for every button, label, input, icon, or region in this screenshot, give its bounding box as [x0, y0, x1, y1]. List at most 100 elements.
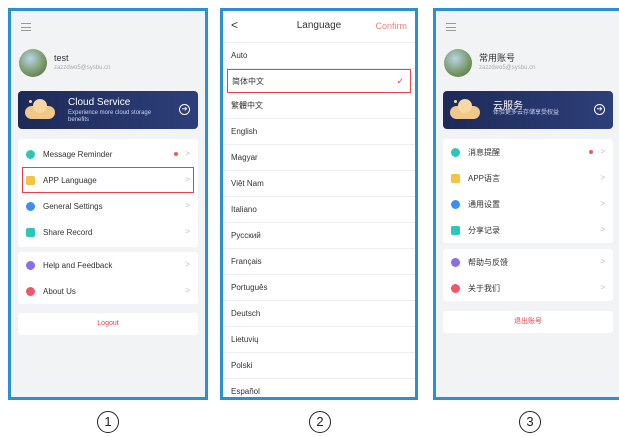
settings-card-1: Message Reminder > APP Language > Genera…: [18, 139, 198, 247]
language-option[interactable]: Español: [223, 379, 415, 397]
menu-item-message-reminder[interactable]: 消息提醒 >: [443, 139, 613, 165]
language-option[interactable]: Việt Nam: [223, 171, 415, 197]
user-name: test: [54, 53, 69, 63]
menu-item-label: Help and Feedback: [43, 260, 113, 270]
logout-button[interactable]: 退出账号: [443, 311, 613, 333]
cloud-icon: [25, 97, 55, 119]
screen-chinese-profile: 常用账号 zazzdwo5@sysbu.cn 云服务 体验更多云存储享受权益 ➔…: [433, 8, 619, 400]
menu-icon[interactable]: [21, 23, 31, 31]
menu-item-general-settings[interactable]: 通用设置 >: [443, 191, 613, 217]
menu-item-help-feedback[interactable]: Help and Feedback >: [18, 252, 198, 278]
confirm-button[interactable]: Confirm: [375, 21, 407, 31]
arrow-right-icon: ➔: [179, 104, 190, 115]
chevron-right-icon: >: [600, 199, 605, 208]
language-option[interactable]: Italiano: [223, 197, 415, 223]
menu-item-label: 通用设置: [468, 199, 500, 209]
menu-item-about-us[interactable]: About Us >: [18, 278, 198, 304]
language-option[interactable]: Lietuvių: [223, 327, 415, 353]
notification-badge: [174, 152, 178, 156]
chevron-right-icon: >: [600, 283, 605, 292]
language-option[interactable]: Deutsch: [223, 301, 415, 327]
notification-badge: [589, 150, 593, 154]
help-icon: [451, 257, 460, 267]
settings-icon: [451, 199, 460, 209]
caption-number: 1: [97, 411, 119, 433]
menu-item-share-record[interactable]: 分享记录 >: [443, 217, 613, 243]
cloud-service-banner[interactable]: Cloud Service Experience more cloud stor…: [18, 91, 198, 129]
screen-english-profile: test zazzdwo5@sysbu.cn Cloud Service Exp…: [8, 8, 208, 400]
user-email: zazzdwo5@sysbu.cn: [54, 65, 111, 71]
language-icon: [26, 175, 35, 185]
settings-card-2: 帮助与反馈 > 关于我们 >: [443, 249, 613, 301]
menu-item-general-settings[interactable]: General Settings >: [18, 193, 198, 219]
bell-icon: [26, 149, 35, 159]
language-list: Auto 简体中文 ✓ 繁體中文 English Magyar Việt Nam…: [223, 43, 415, 397]
language-option-label: 简体中文: [232, 77, 264, 86]
caption-number: 3: [519, 411, 541, 433]
language-header: < Language Confirm: [223, 11, 415, 43]
user-name: 常用账号: [479, 53, 516, 63]
share-icon: [26, 227, 35, 237]
language-option[interactable]: Polski: [223, 353, 415, 379]
arrow-right-icon: ➔: [594, 104, 605, 115]
logout-button[interactable]: Logout: [18, 313, 198, 335]
banner-subtitle: 体验更多云存储享受权益: [493, 110, 560, 116]
chevron-right-icon: >: [600, 147, 605, 156]
settings-card-1: 消息提醒 > APP语言 > 通用设置 > 分享记录 >: [443, 139, 613, 243]
menu-item-app-language[interactable]: APP语言 >: [443, 165, 613, 191]
chevron-right-icon: >: [185, 175, 190, 184]
menu-item-app-language[interactable]: APP Language >: [22, 167, 194, 193]
menu-item-label: APP Language: [43, 175, 97, 185]
chevron-right-icon: >: [185, 201, 190, 210]
menu-item-label: Share Record: [43, 227, 93, 237]
chevron-right-icon: >: [185, 227, 190, 236]
menu-item-label: Message Reminder: [43, 149, 113, 159]
menu-item-share-record[interactable]: Share Record >: [18, 219, 198, 245]
banner-title: Cloud Service: [68, 97, 131, 108]
cloud-icon: [450, 97, 480, 119]
chevron-right-icon: >: [185, 286, 190, 295]
banner-subtitle: Experience more cloud storage benefits: [68, 110, 152, 123]
settings-icon: [26, 201, 35, 211]
help-icon: [26, 260, 35, 270]
chevron-right-icon: >: [600, 225, 605, 234]
language-icon: [451, 173, 460, 183]
screen-language-select: < Language Confirm Auto 简体中文 ✓ 繁體中文 Engl…: [220, 8, 418, 400]
menu-item-about-us[interactable]: 关于我们 >: [443, 275, 613, 301]
language-option[interactable]: Français: [223, 249, 415, 275]
chevron-right-icon: >: [185, 149, 190, 158]
share-icon: [451, 225, 460, 235]
language-option[interactable]: Русский: [223, 223, 415, 249]
menu-item-label: 关于我们: [468, 283, 500, 293]
language-option[interactable]: English: [223, 119, 415, 145]
language-option[interactable]: Português: [223, 275, 415, 301]
menu-icon[interactable]: [446, 23, 456, 31]
caption-number: 2: [309, 411, 331, 433]
language-option-selected[interactable]: 简体中文 ✓: [227, 69, 411, 93]
avatar: [444, 49, 472, 77]
language-option[interactable]: 繁體中文: [223, 93, 415, 119]
menu-item-label: General Settings: [43, 201, 103, 211]
chevron-right-icon: >: [185, 260, 190, 269]
menu-item-message-reminder[interactable]: Message Reminder >: [18, 141, 198, 167]
chevron-right-icon: >: [600, 257, 605, 266]
user-profile[interactable]: 常用账号 zazzdwo5@sysbu.cn: [444, 49, 535, 77]
user-email: zazzdwo5@sysbu.cn: [479, 65, 536, 71]
chevron-right-icon: >: [600, 173, 605, 182]
menu-item-label: About Us: [43, 286, 76, 296]
menu-item-label: 分享记录: [468, 225, 500, 235]
checkmark-icon: ✓: [396, 76, 404, 86]
user-profile[interactable]: test zazzdwo5@sysbu.cn: [19, 49, 110, 77]
cloud-service-banner[interactable]: 云服务 体验更多云存储享受权益 ➔: [443, 91, 613, 129]
language-option[interactable]: Auto: [223, 43, 415, 69]
info-icon: [26, 286, 35, 296]
menu-item-help-feedback[interactable]: 帮助与反馈 >: [443, 249, 613, 275]
settings-card-2: Help and Feedback > About Us >: [18, 252, 198, 304]
info-icon: [451, 283, 460, 293]
menu-item-label: APP语言: [468, 173, 501, 183]
bell-icon: [451, 147, 460, 157]
menu-item-label: 消息提醒: [468, 147, 500, 157]
menu-item-label: 帮助与反馈: [468, 257, 508, 267]
language-option[interactable]: Magyar: [223, 145, 415, 171]
avatar: [19, 49, 47, 77]
